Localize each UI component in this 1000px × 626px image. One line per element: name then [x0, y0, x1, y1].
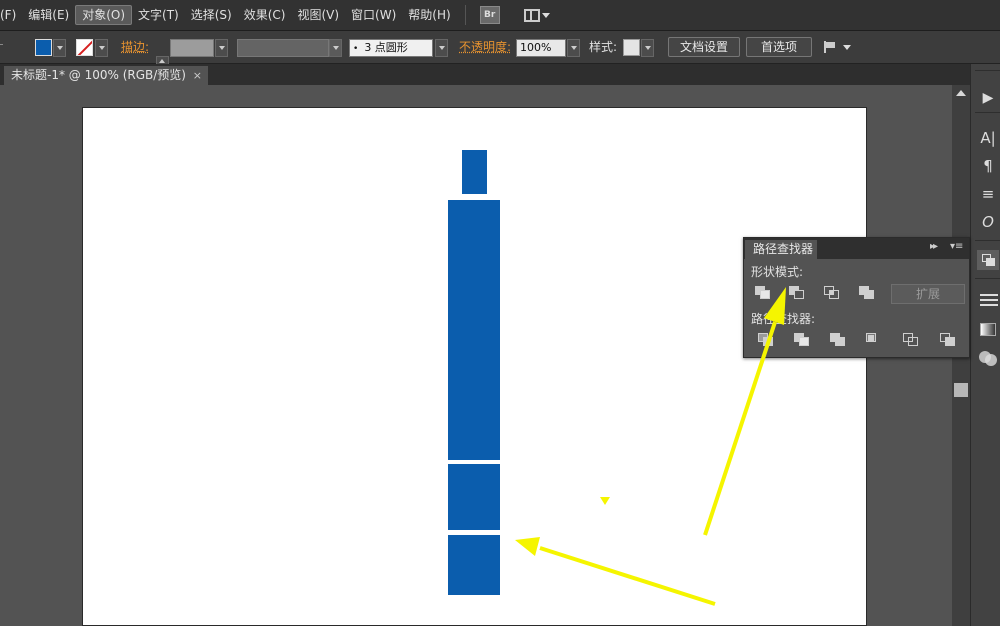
chevron-down-icon [439, 46, 445, 50]
stroke-label[interactable]: 描边: [121, 37, 149, 57]
trim-button[interactable] [794, 333, 810, 347]
stroke-weight-dropdown[interactable] [215, 39, 228, 57]
collapse-icon[interactable]: ▸▸ [930, 241, 936, 252]
chevron-down-icon [645, 46, 651, 50]
menu-help[interactable]: 帮助(H) [402, 5, 456, 25]
workspace-layout-button[interactable] [524, 9, 550, 22]
divide-button[interactable] [758, 333, 774, 347]
pathfinder-title-bar[interactable]: 路径查找器 ▸▸ ▾≡ [744, 238, 969, 259]
pen-band-rect[interactable] [448, 464, 500, 530]
shape-modes-label: 形状模式: [751, 263, 803, 280]
pathfinders-label: 路径查找器: [751, 310, 815, 327]
fill-dropdown-button[interactable] [53, 39, 66, 57]
stroke-dropdown-button[interactable] [95, 39, 108, 57]
stroke-weight-input[interactable] [170, 39, 214, 57]
artboard[interactable] [82, 107, 867, 626]
fill-color-swatch[interactable] [35, 39, 52, 56]
arrange-documents-button[interactable] [824, 39, 854, 55]
chevron-down-icon [333, 46, 339, 50]
pathfinder-panel: 路径查找器 ▸▸ ▾≡ 形状模式: 扩展 路径查找器: [743, 237, 970, 358]
chevron-down-icon [843, 45, 851, 50]
play-icon[interactable]: ▶ [977, 88, 999, 108]
preferences-button[interactable]: 首选项 [746, 37, 812, 57]
document-tab[interactable]: 未标题-1* @ 100% (RGB/预览) × [4, 66, 208, 85]
gradient-icon[interactable] [977, 320, 999, 340]
brush-dot-icon: • [353, 44, 358, 54]
pathfinder-dock-icon[interactable] [977, 250, 999, 270]
panel-menu-icon[interactable]: ▾≡ [950, 241, 963, 252]
dock-separator [975, 278, 1000, 279]
pen-body-rect[interactable] [448, 200, 500, 460]
character-icon[interactable]: A| [977, 128, 999, 148]
document-setup-button[interactable]: 文档设置 [668, 37, 740, 57]
chevron-down-icon [571, 46, 577, 50]
dock-separator [975, 240, 1000, 241]
dock-separator [975, 112, 1000, 113]
scroll-up-icon[interactable] [956, 90, 966, 96]
intersect-button[interactable] [824, 286, 840, 300]
close-icon[interactable]: × [193, 66, 202, 85]
minus-back-button[interactable] [940, 333, 956, 347]
pen-tip-rect[interactable] [448, 535, 500, 595]
paragraph-icon[interactable]: ¶ [977, 156, 999, 176]
chevron-down-icon [99, 46, 105, 50]
brush-dropdown[interactable] [435, 39, 448, 57]
control-bar: 描边: • 3 点圆形 不透明度: 100% 样式: 文档设置 首选项 [0, 31, 1000, 64]
panel-dock: ▶ A| ¶ ≡ O [970, 64, 1000, 626]
menu-bar: (F) 编辑(E) 对象(O) 文字(T) 选择(S) 效果(C) 视图(V) … [0, 0, 1000, 31]
opentype-icon[interactable]: O [977, 212, 999, 232]
brush-definition-field[interactable]: • 3 点圆形 [349, 39, 433, 57]
menu-select[interactable]: 选择(S) [185, 5, 238, 25]
menu-view[interactable]: 视图(V) [291, 5, 345, 25]
minus-front-button[interactable] [789, 286, 805, 300]
align-icon[interactable]: ≡ [977, 184, 999, 204]
pen-cap-rect[interactable] [462, 150, 487, 194]
transparency-icon[interactable] [977, 348, 999, 368]
layout-icon [524, 9, 540, 22]
brush-label: 3 点圆形 [364, 41, 408, 54]
chevron-down-icon [57, 46, 63, 50]
menu-file[interactable]: (F) [0, 5, 22, 25]
panel-grip [0, 44, 3, 45]
variable-width-profile[interactable] [237, 39, 329, 57]
document-tab-title: 未标题-1* @ 100% (RGB/预览) [11, 68, 186, 82]
crop-button[interactable] [866, 333, 882, 347]
unite-button[interactable] [755, 286, 771, 300]
opacity-dropdown[interactable] [567, 39, 580, 57]
stroke-panel-icon[interactable] [977, 290, 999, 310]
style-label: 样式: [589, 37, 617, 57]
expand-button[interactable]: 扩展 [891, 284, 965, 304]
profile-dropdown[interactable] [329, 39, 342, 57]
opacity-label[interactable]: 不透明度: [459, 37, 511, 57]
merge-button[interactable] [830, 333, 846, 347]
menu-effect[interactable]: 效果(C) [238, 5, 292, 25]
exclude-button[interactable] [859, 286, 875, 300]
flag-icon [824, 41, 837, 53]
menu-object[interactable]: 对象(O) [75, 5, 132, 25]
opacity-input[interactable]: 100% [516, 39, 566, 57]
menu-edit[interactable]: 编辑(E) [22, 5, 75, 25]
style-dropdown[interactable] [641, 39, 654, 57]
menu-type[interactable]: 文字(T) [132, 5, 185, 25]
graphic-style-swatch[interactable] [623, 39, 640, 56]
dock-separator [975, 70, 1000, 71]
stroke-none-swatch[interactable] [76, 39, 93, 56]
chevron-down-icon [219, 46, 225, 50]
document-tab-bar: 未标题-1* @ 100% (RGB/预览) × [0, 64, 970, 85]
chevron-down-icon [542, 13, 550, 18]
bridge-icon[interactable]: Br [480, 6, 500, 24]
menu-window[interactable]: 窗口(W) [345, 5, 402, 25]
scroll-thumb[interactable] [954, 383, 968, 397]
menu-separator [465, 5, 466, 25]
pathfinder-tab[interactable]: 路径查找器 [745, 240, 817, 259]
outline-button[interactable] [903, 333, 919, 347]
